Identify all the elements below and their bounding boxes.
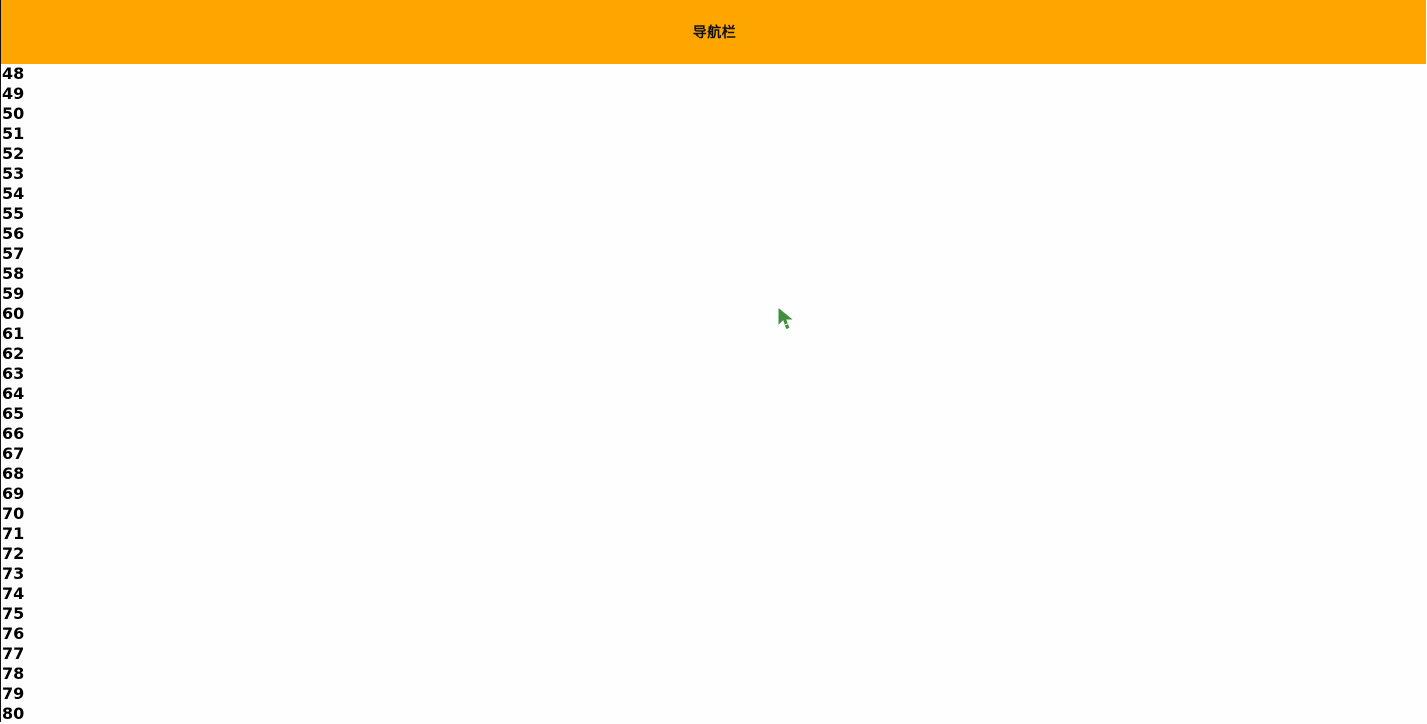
list-item: 58: [2, 264, 25, 283]
list-item: 70: [2, 504, 25, 523]
list-item: 55: [2, 204, 25, 223]
list-item: 51: [2, 124, 25, 143]
navbar-title: 导航栏: [692, 25, 737, 41]
number-list: 48 49 50 51 52 53 54 55 56 57 58 59 60 6…: [2, 64, 62, 724]
page-left-border: [0, 0, 1, 722]
list-item: 68: [2, 464, 25, 483]
list-item: 65: [2, 404, 25, 423]
list-item: 74: [2, 584, 25, 603]
list-item: 71: [2, 524, 25, 543]
list-item: 66: [2, 424, 25, 443]
list-item: 52: [2, 144, 25, 163]
list-item: 48: [2, 64, 25, 83]
list-item: 79: [2, 684, 25, 703]
list-item: 64: [2, 384, 25, 403]
list-item: 67: [2, 444, 25, 463]
list-item: 61: [2, 324, 25, 343]
list-item: 73: [2, 564, 25, 583]
list-item: 75: [2, 604, 25, 623]
list-item: 50: [2, 104, 25, 123]
list-item: 78: [2, 664, 25, 683]
list-item: 49: [2, 84, 25, 103]
list-item: 60: [2, 304, 25, 323]
list-item: 72: [2, 544, 25, 563]
list-item: 80: [2, 704, 25, 723]
list-item: 63: [2, 364, 25, 383]
mouse-pointer-icon: [777, 305, 797, 338]
list-item: 59: [2, 284, 25, 303]
list-item: 57: [2, 244, 25, 263]
list-item: 77: [2, 644, 25, 663]
list-item: 69: [2, 484, 25, 503]
list-item: 62: [2, 344, 25, 363]
list-item: 53: [2, 164, 25, 183]
list-item: 76: [2, 624, 25, 643]
list-item: 54: [2, 184, 25, 203]
list-item: 56: [2, 224, 25, 243]
navbar: 导航栏: [1, 0, 1426, 64]
